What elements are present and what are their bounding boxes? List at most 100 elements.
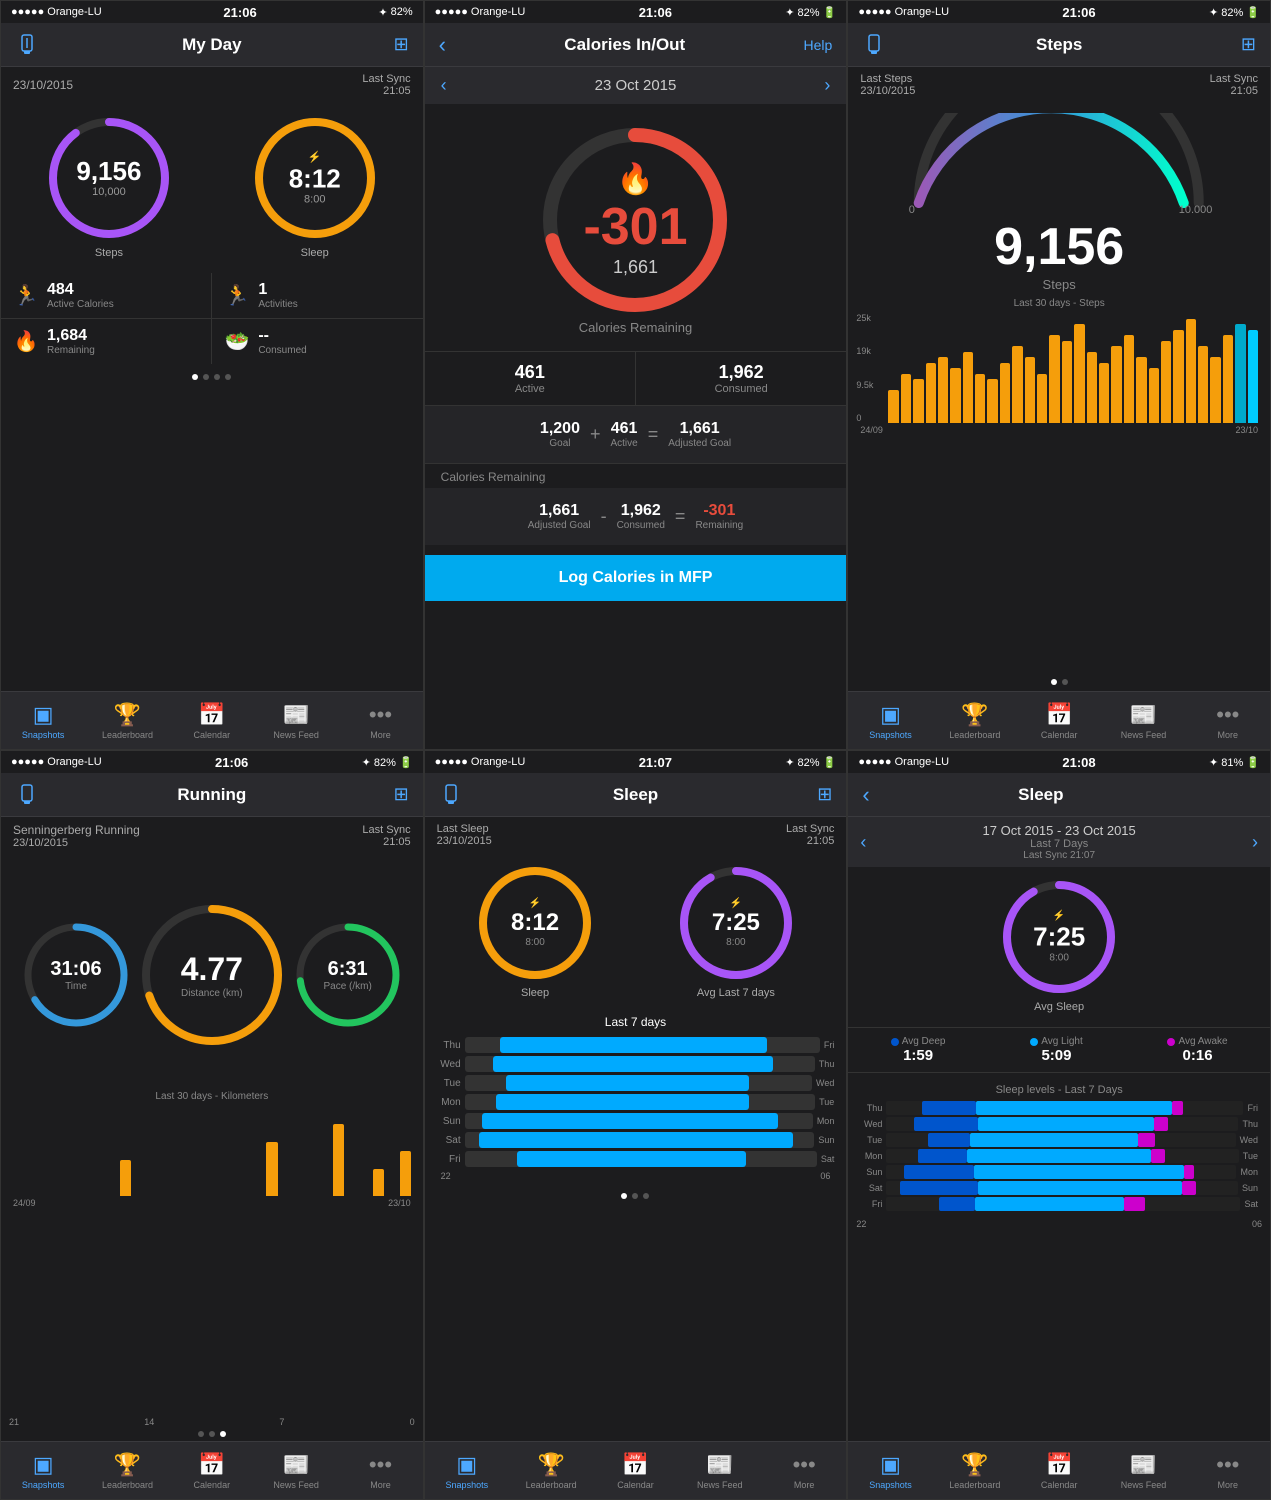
level-next-sat: Sun: [1242, 1183, 1258, 1193]
dot-1: [1051, 679, 1057, 685]
snapshots-icon: ▣: [880, 1452, 901, 1478]
next-date-button[interactable]: ›: [824, 75, 830, 96]
level-next-wed: Thu: [1242, 1119, 1258, 1129]
tab-leaderboard-steps[interactable]: 🏆 Leaderboard: [933, 696, 1017, 745]
level-day-wed: Wed: [860, 1119, 882, 1129]
tab-snapshots-running[interactable]: ▣ Snapshots: [1, 1446, 85, 1495]
snapshots-icon: ▣: [880, 702, 901, 728]
metrics-row: 9,156 10,000 Steps ⚡ 8:12 8:00: [1, 103, 423, 269]
system-icons: ✦ 82%: [378, 6, 412, 19]
time: 21:07: [639, 755, 672, 770]
stat-active-calories[interactable]: 🏃 484 Active Calories: [1, 273, 211, 318]
device-icon: [439, 783, 463, 807]
tab-snapshots-sd[interactable]: ▣ Snapshots: [848, 1446, 932, 1495]
grid-icon[interactable]: ⊞: [394, 34, 409, 54]
status-bar-steps: ●●●●● Orange-LU 21:06 ✦ 82% 🔋: [848, 1, 1270, 23]
sleep-time-start: 22: [441, 1171, 451, 1181]
tab-leaderboard-running[interactable]: 🏆 Leaderboard: [85, 1446, 169, 1495]
tab-more-steps[interactable]: ••• More: [1186, 696, 1270, 745]
level-seg-awake-sun: [1184, 1165, 1195, 1179]
tab-calendar-sleep[interactable]: 📅 Calendar: [593, 1446, 677, 1495]
cal-active-value: 461: [435, 362, 625, 383]
steps-bar-17: [1099, 363, 1109, 424]
sleep-date-range: 17 Oct 2015 - 23 Oct 2015: [983, 823, 1136, 838]
snapshots-label: Snapshots: [22, 1480, 65, 1490]
steps-bar-7: [975, 374, 985, 424]
tab-newsfeed-sd[interactable]: 📰 News Feed: [1101, 1446, 1185, 1495]
tab-newsfeed-running[interactable]: 📰 News Feed: [254, 1446, 338, 1495]
sleep-circles-row: ⚡ 8:12 8:00 Sleep ⚡ 7:25: [425, 853, 847, 1009]
sleep-metric[interactable]: ⚡ 8:12 8:00 Sleep: [250, 113, 380, 259]
cal-eq-active: 461 Active: [610, 420, 637, 449]
stat-consumed[interactable]: 🥗 -- Consumed: [212, 319, 422, 364]
leaderboard-icon: 🏆: [961, 1452, 988, 1478]
sleep-prev-button[interactable]: ‹: [860, 832, 866, 853]
sleep-bar-tue: Tue Wed: [437, 1075, 835, 1091]
tab-more[interactable]: ••• More: [338, 696, 422, 745]
leaderboard-label: Leaderboard: [102, 1480, 153, 1490]
steps-metric[interactable]: 9,156 10,000 Steps: [44, 113, 174, 259]
active-calories-value: 484: [47, 281, 114, 299]
run-sync-time: 21:05: [362, 836, 410, 848]
calories-sub: 1,661: [583, 257, 687, 278]
level-row-tue: Tue Wed: [860, 1133, 1258, 1147]
tab-snapshots[interactable]: ▣ Snapshots: [1, 696, 85, 745]
sleep-label: Sleep: [301, 247, 329, 259]
tab-leaderboard-sleep[interactable]: 🏆 Leaderboard: [509, 1446, 593, 1495]
grid-icon[interactable]: ⊞: [394, 784, 409, 804]
back-button[interactable]: ‹: [439, 32, 446, 58]
help-button[interactable]: Help: [804, 37, 833, 53]
stat-remaining[interactable]: 🔥 1,684 Remaining: [1, 319, 211, 364]
date-bar: 23/10/2015 Last Sync21:05: [1, 67, 423, 103]
tab-bar-myday: ▣ Snapshots 🏆 Leaderboard 📅 Calendar 📰 N…: [1, 691, 423, 749]
cal-consumed-label: Consumed: [646, 383, 836, 395]
grid-icon[interactable]: ⊞: [817, 784, 832, 804]
steps-bar-22: [1161, 341, 1171, 424]
tab-calendar-sd[interactable]: 📅 Calendar: [1017, 1446, 1101, 1495]
y-label-25k: 25k: [856, 313, 880, 323]
status-bar-myday: ●●●●● Orange-LU 21:06 ✦ 82%: [1, 1, 423, 23]
tab-more-running[interactable]: ••• More: [338, 1446, 422, 1495]
tab-leaderboard-sd[interactable]: 🏆 Leaderboard: [933, 1446, 1017, 1495]
run-date-start: 24/09: [13, 1198, 36, 1208]
tab-leaderboard[interactable]: 🏆 Leaderboard: [85, 696, 169, 745]
tab-more-sleep[interactable]: ••• More: [762, 1446, 846, 1495]
tab-newsfeed-sleep[interactable]: 📰 News Feed: [678, 1446, 762, 1495]
tab-bar-sleep-detail: ▣ Snapshots 🏆 Leaderboard 📅 Calendar 📰 N…: [848, 1441, 1270, 1499]
sleep-day-mon: Mon: [437, 1097, 461, 1108]
cal-date: 23 Oct 2015: [595, 77, 677, 94]
stat-activities[interactable]: 🏃 1 Activities: [212, 273, 422, 318]
dot-2: [1062, 679, 1068, 685]
tab-more-sd[interactable]: ••• More: [1186, 1446, 1270, 1495]
sleep-bar-sun: Sun Mon: [437, 1113, 835, 1129]
leaderboard-icon: 🏆: [114, 1452, 141, 1478]
cal-eq-goal: 1,200 Goal: [540, 420, 580, 449]
log-calories-button[interactable]: Log Calories in MFP: [425, 555, 847, 601]
more-icon: •••: [1216, 1452, 1239, 1478]
more-icon: •••: [1216, 702, 1239, 728]
tab-newsfeed-steps[interactable]: 📰 News Feed: [1101, 696, 1185, 745]
time: 21:06: [215, 755, 248, 770]
leaderboard-icon: 🏆: [537, 1452, 564, 1478]
back-button-sleep[interactable]: ‹: [862, 782, 869, 808]
tab-snapshots-sleep[interactable]: ▣ Snapshots: [425, 1446, 509, 1495]
tab-newsfeed[interactable]: 📰 News Feed: [254, 696, 338, 745]
tab-calendar-running[interactable]: 📅 Calendar: [170, 1446, 254, 1495]
avg-awake-label: Avg Awake: [1178, 1036, 1227, 1047]
tab-snapshots-steps[interactable]: ▣ Snapshots: [848, 696, 932, 745]
tab-calendar-steps[interactable]: 📅 Calendar: [1017, 696, 1101, 745]
dot-3: [643, 1193, 649, 1199]
calendar-icon: 📅: [1045, 702, 1072, 728]
chart-date-end: 23/10: [1235, 425, 1258, 435]
cal-date-nav: ‹ 23 Oct 2015 ›: [425, 67, 847, 104]
prev-date-button[interactable]: ‹: [441, 75, 447, 96]
sleep-avg-label: Avg Last 7 days: [697, 987, 775, 999]
cal-adj2-label: Adjusted Goal: [528, 520, 591, 531]
level-seg-deep-fri: [939, 1197, 974, 1211]
tab-calendar[interactable]: 📅 Calendar: [170, 696, 254, 745]
grid-icon[interactable]: ⊞: [1241, 34, 1256, 54]
level-day-sat: Sat: [860, 1183, 882, 1193]
consumed-icon: 🥗: [224, 329, 250, 354]
sleep-next-button[interactable]: ›: [1252, 832, 1258, 853]
steps-bar-16: [1087, 352, 1097, 424]
